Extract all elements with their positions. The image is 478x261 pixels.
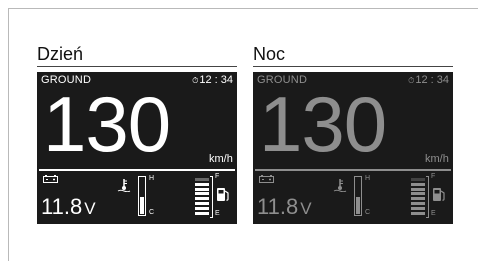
fuel-segment <box>195 211 209 215</box>
fuel-segment <box>195 182 209 186</box>
fuel-segment <box>195 192 209 196</box>
fuel-gauge <box>411 176 427 216</box>
voltage-unit: V <box>300 199 312 218</box>
clock-display: ⏱12 : 34 <box>192 74 233 86</box>
panel-title: Dzień <box>37 44 84 64</box>
voltage-value: 11.8 <box>41 194 83 219</box>
coolant-temperature-icon <box>117 179 131 192</box>
coolant-temperature-icon <box>333 179 347 192</box>
voltage-value: 11.8 <box>257 194 299 219</box>
fuel-full-label: F <box>431 173 436 180</box>
clock-display: ⏱12 : 34 <box>408 74 449 86</box>
dashboard-screen: GROUND ⏱12 : 34 130 km/h 11.8 V H C F E <box>253 72 453 224</box>
dashboard-screen: GROUND ⏱12 : 34 130 km/h 11.8 V H C F E <box>37 72 237 224</box>
temp-high-label: H <box>365 175 371 182</box>
fuel-gauge-bracket <box>210 176 213 218</box>
title-underline <box>37 66 237 67</box>
fuel-segment <box>411 182 425 186</box>
fuel-segment <box>411 206 425 210</box>
divider-line <box>255 169 451 171</box>
fuel-empty-label: E <box>431 210 436 217</box>
fuel-segment <box>195 197 209 201</box>
fuel-segment <box>411 187 425 191</box>
battery-icon <box>43 175 58 183</box>
battery-icon <box>259 175 274 183</box>
fuel-segment <box>195 178 209 181</box>
divider-line <box>39 169 235 171</box>
fuel-empty-label: E <box>215 210 220 217</box>
speed-unit: km/h <box>209 153 233 165</box>
fuel-segment <box>411 202 425 205</box>
fuel-gauge-bracket <box>426 176 429 218</box>
fuel-full-label: F <box>215 173 220 180</box>
temperature-level <box>140 196 144 214</box>
clock-time: 12 : 34 <box>415 74 449 86</box>
clock-icon: ⏱ <box>408 76 415 85</box>
fuel-segment <box>195 187 209 191</box>
temperature-gauge <box>138 176 146 216</box>
clock-icon: ⏱ <box>192 76 199 85</box>
temperature-level <box>356 196 360 214</box>
temp-low-label: C <box>149 209 155 216</box>
fuel-pump-icon <box>217 188 229 201</box>
speed-readout: 130 <box>43 80 171 168</box>
battery-voltage: 11.8 V <box>257 193 312 223</box>
clock-time: 12 : 34 <box>199 74 233 86</box>
voltage-unit: V <box>84 199 96 218</box>
temperature-gauge <box>354 176 362 216</box>
fuel-segment <box>411 211 425 215</box>
fuel-segment <box>411 192 425 196</box>
fuel-gauge <box>195 176 211 216</box>
panel-title: Noc <box>253 44 286 64</box>
fuel-segment <box>411 197 425 201</box>
speed-unit: km/h <box>425 153 449 165</box>
battery-voltage: 11.8 V <box>41 193 96 223</box>
temp-high-label: H <box>149 175 155 182</box>
title-underline <box>253 66 453 67</box>
fuel-pump-icon <box>433 188 445 201</box>
fuel-segment <box>411 178 425 181</box>
speed-readout: 130 <box>259 80 387 168</box>
fuel-segment <box>195 202 209 205</box>
temp-low-label: C <box>365 209 371 216</box>
fuel-segment <box>195 206 209 210</box>
